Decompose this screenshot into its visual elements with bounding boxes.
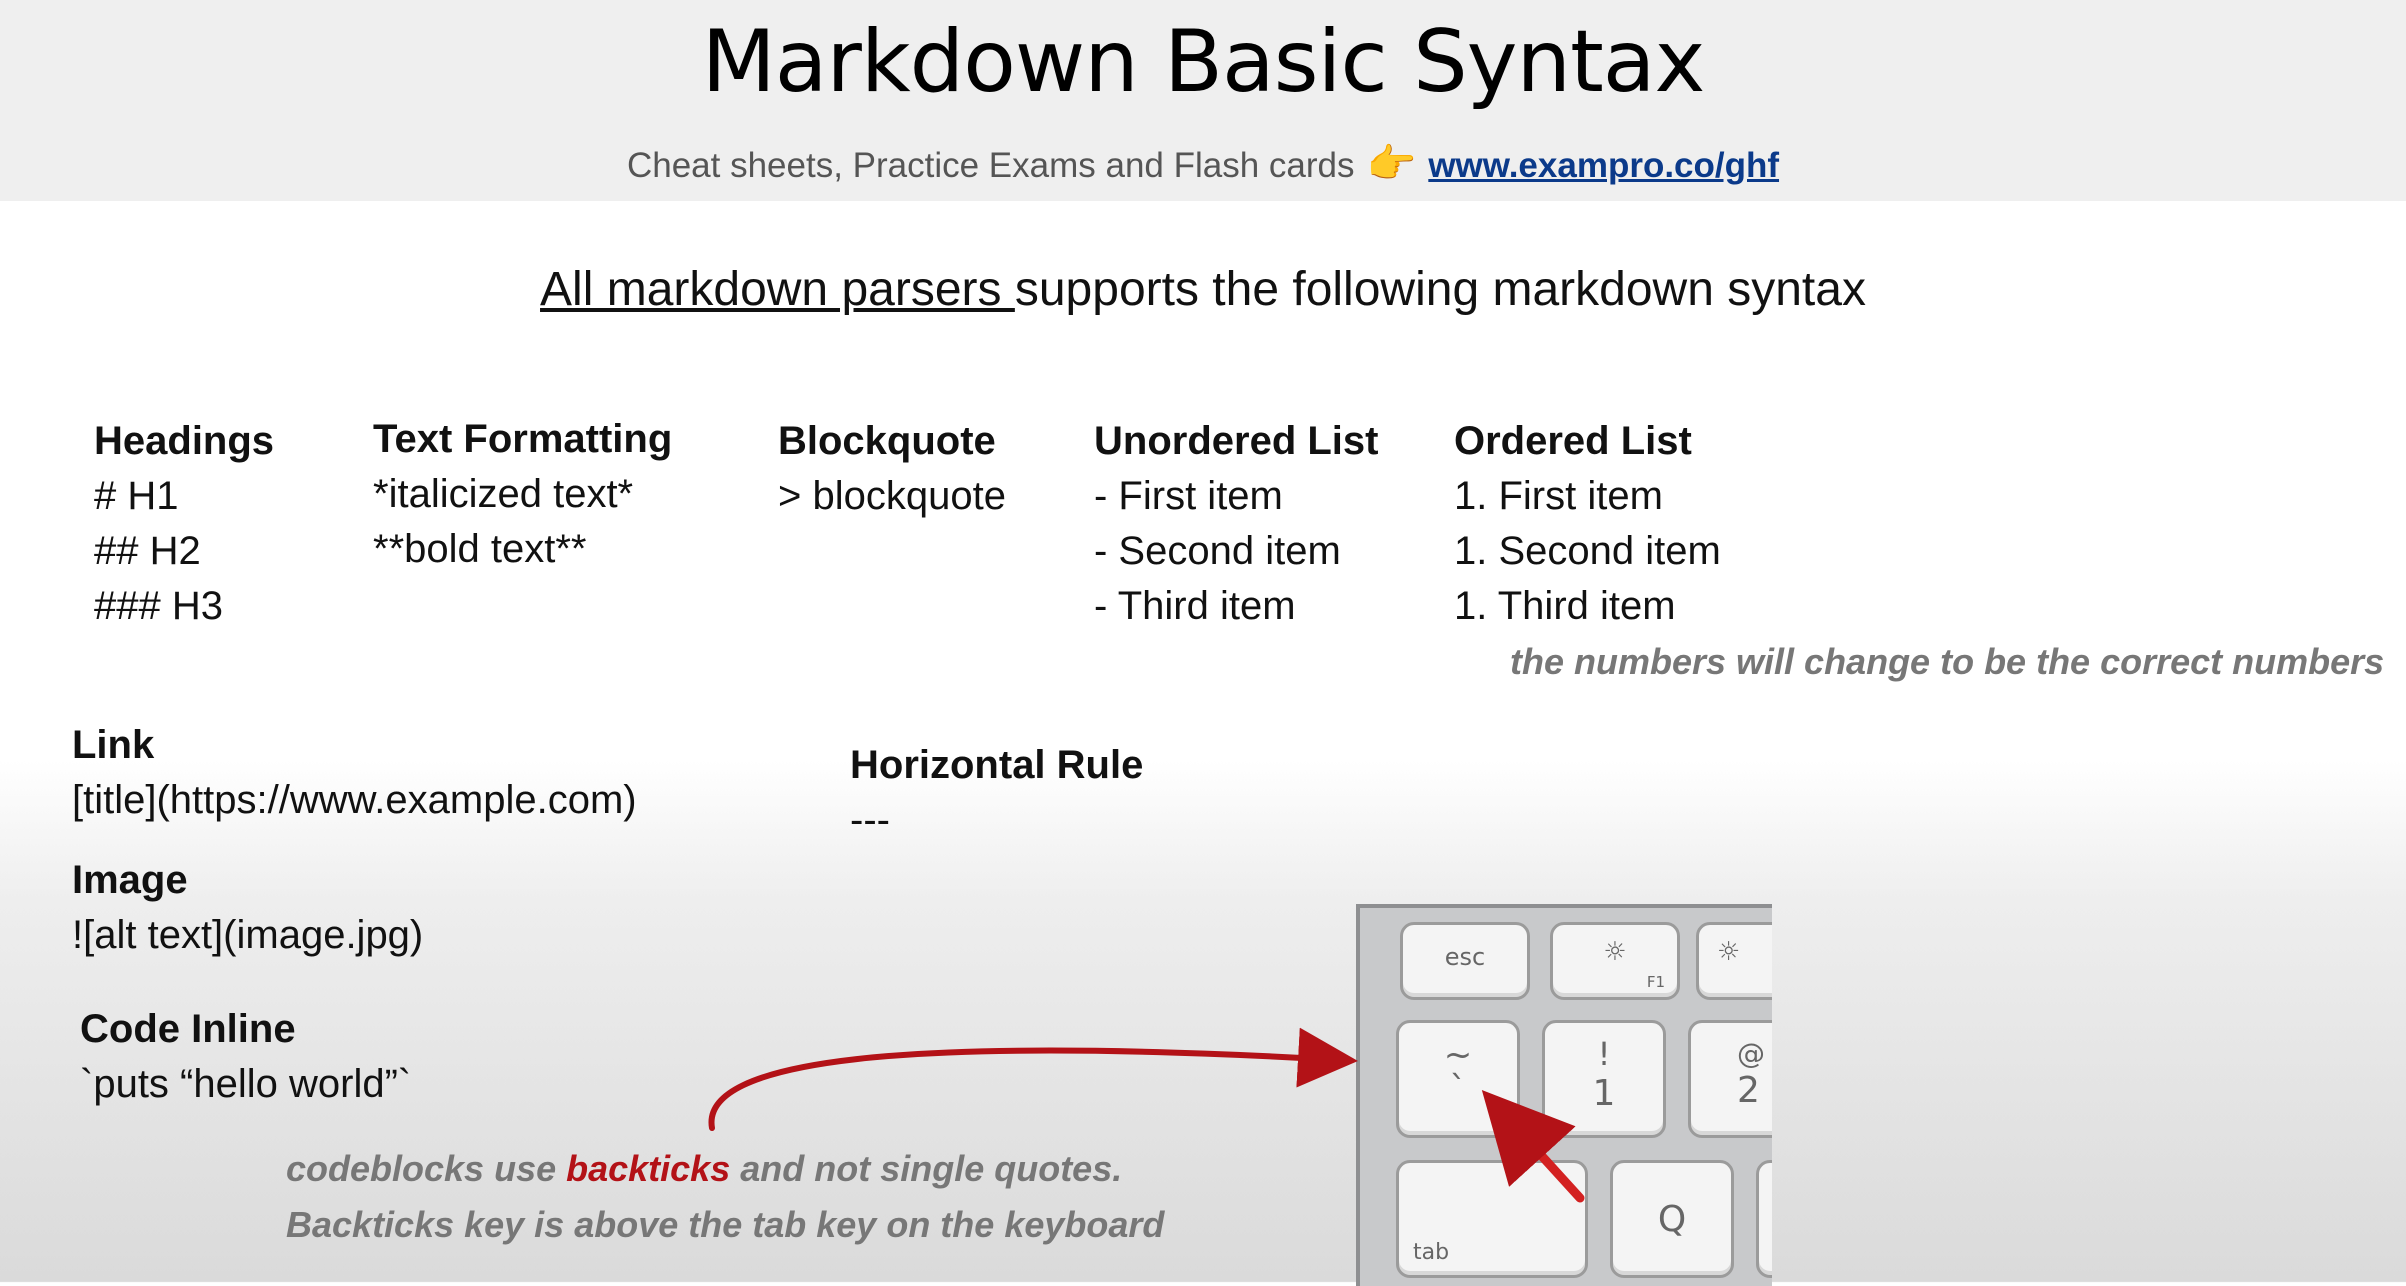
- syntax-line: `puts “hello world”`: [80, 1062, 412, 1106]
- section-heading: Ordered List: [1454, 419, 1692, 463]
- backtick-note-line2: Backticks key is above the tab key on th…: [286, 1204, 1165, 1245]
- q-key: Q: [1610, 1160, 1734, 1278]
- syntax-line: ## H2: [94, 529, 201, 573]
- ordered-list-note: the numbers will change to be the correc…: [1510, 641, 2385, 682]
- headings-section: Headings # H1 ## H2 ### H3: [94, 414, 274, 634]
- intro-rest: supports the following markdown syntax: [1014, 263, 1866, 316]
- section-heading: Code Inline: [80, 1007, 296, 1051]
- note-text: codeblocks use: [286, 1148, 567, 1189]
- horizontal-rule-section: Horizontal Rule ---: [850, 738, 1143, 848]
- syntax-line: > blockquote: [778, 474, 1006, 518]
- curved-arrow: [708, 1027, 1358, 1131]
- two-key: @ 2: [1688, 1020, 1772, 1138]
- subtitle: Cheat sheets, Practice Exams and Flash c…: [0, 140, 2406, 187]
- key-label: 2: [1737, 1070, 1760, 1111]
- syntax-line: - First item: [1094, 474, 1283, 518]
- header-banner: Markdown Basic Syntax Cheat sheets, Prac…: [0, 0, 2406, 201]
- pointing-hand-icon: 👉: [1366, 142, 1417, 186]
- image-section: Image ![alt text](image.jpg): [72, 853, 423, 963]
- syntax-line: - Third item: [1094, 584, 1296, 628]
- brightness-icon: ☼: [1603, 937, 1627, 967]
- syntax-line: ![alt text](image.jpg): [72, 913, 424, 957]
- key-label: esc: [1444, 943, 1486, 971]
- brightness-icon: ☼: [1717, 937, 1741, 967]
- f2-key: ☼: [1696, 922, 1772, 1000]
- f1-key: ☼ F1: [1550, 922, 1680, 1000]
- key-label: tab: [1413, 1240, 1450, 1265]
- text-formatting-section: Text Formatting *italicized text* **bold…: [373, 412, 672, 577]
- syntax-line: 1. Second item: [1454, 529, 1721, 573]
- section-heading: Image: [72, 858, 188, 902]
- backtick-key: ~ `: [1396, 1020, 1520, 1138]
- note-text: and not single quotes.: [730, 1148, 1123, 1189]
- syntax-line: # H1: [94, 474, 179, 518]
- code-inline-section: Code Inline `puts “hello world”`: [80, 1002, 411, 1112]
- syntax-line: - Second item: [1094, 529, 1341, 573]
- syntax-line: 1. Third item: [1454, 584, 1676, 628]
- tab-key: tab: [1396, 1160, 1588, 1278]
- blockquote-section: Blockquote > blockquote: [778, 414, 1006, 524]
- ordered-list-section: Ordered List 1. First item 1. Second ite…: [1454, 414, 1721, 634]
- section-heading: Unordered List: [1094, 419, 1379, 463]
- section-heading: Text Formatting: [373, 417, 673, 461]
- one-key: ! 1: [1542, 1020, 1666, 1138]
- section-heading: Headings: [94, 419, 275, 463]
- intro-underlined: All markdown parsers: [540, 263, 1015, 316]
- syntax-line: [title](https://www.example.com): [72, 778, 637, 822]
- w-key: [1756, 1160, 1772, 1278]
- key-label: `: [1449, 1069, 1467, 1109]
- backtick-note-line1: codeblocks use backticks and not single …: [286, 1148, 1122, 1190]
- key-label: F1: [1646, 973, 1665, 991]
- syntax-line: *italicized text*: [373, 472, 634, 516]
- subtitle-text: Cheat sheets, Practice Exams and Flash c…: [626, 146, 1355, 185]
- key-label: Q: [1657, 1199, 1687, 1240]
- unordered-list-section: Unordered List - First item - Second ite…: [1094, 414, 1378, 634]
- section-heading: Link: [72, 723, 155, 767]
- section-heading: Blockquote: [778, 419, 996, 463]
- key-label: !: [1597, 1035, 1611, 1073]
- syntax-line: 1. First item: [1454, 474, 1663, 518]
- syntax-line: ### H3: [94, 584, 223, 628]
- esc-key: esc: [1400, 922, 1530, 1000]
- backticks-highlight: backticks: [566, 1148, 731, 1189]
- syntax-line: ---: [850, 798, 890, 842]
- key-label: 1: [1592, 1073, 1616, 1114]
- intro-sentence: All markdown parsers supports the follow…: [0, 262, 2406, 317]
- syntax-line: **bold text**: [373, 527, 587, 571]
- page-title: Markdown Basic Syntax: [701, 12, 1706, 112]
- key-label: @: [1737, 1037, 1765, 1070]
- keyboard-photo: esc ☼ F1 ☼ ~ ` ! 1 @ 2 tab Q: [1356, 904, 1772, 1286]
- section-heading: Horizontal Rule: [850, 743, 1144, 787]
- link-section: Link [title](https://www.example.com): [72, 718, 637, 828]
- exampro-link[interactable]: www.exampro.co/ghf: [1428, 146, 1779, 185]
